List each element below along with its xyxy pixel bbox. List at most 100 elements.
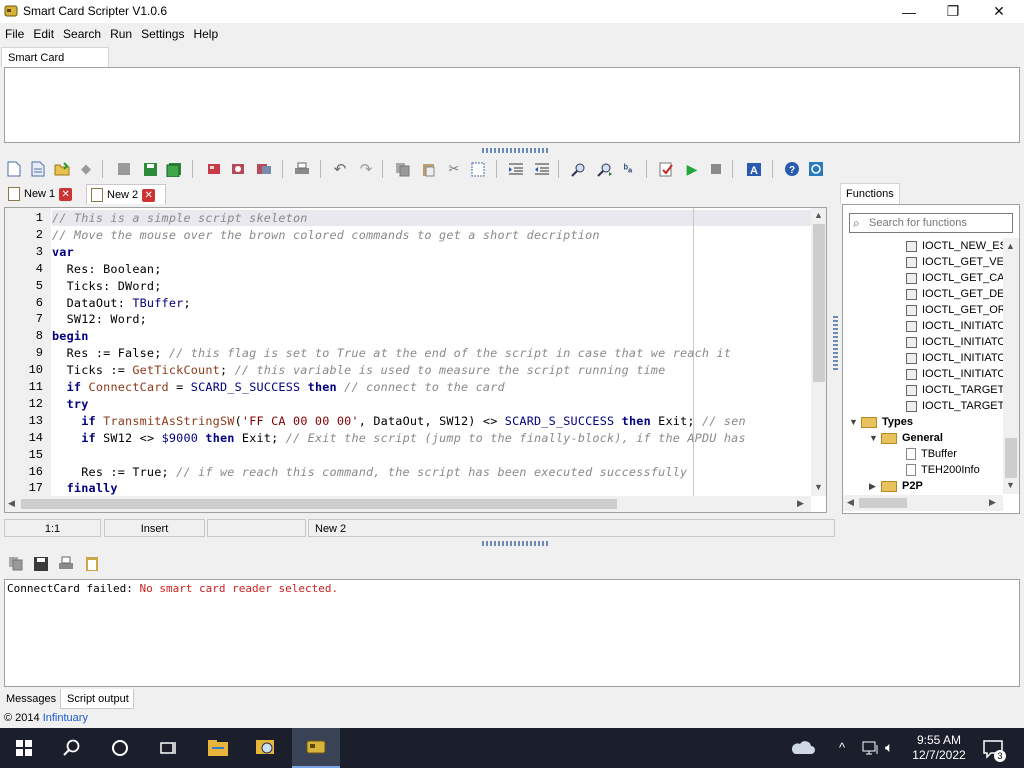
scroll-up-icon[interactable]: ▲ bbox=[1006, 241, 1015, 251]
maximize-button[interactable]: ❐ bbox=[930, 0, 976, 23]
function-tree-item[interactable]: IOCTL_INITIATO bbox=[906, 368, 1003, 380]
close-file-icon[interactable]: ◆ bbox=[76, 159, 96, 179]
redo-icon[interactable]: ↷ bbox=[356, 159, 376, 179]
output-save-icon[interactable] bbox=[33, 556, 49, 575]
code-line[interactable]: begin bbox=[52, 329, 89, 343]
code-line[interactable]: DataOut: TBuffer; bbox=[52, 296, 191, 310]
menu-settings[interactable]: Settings bbox=[136, 24, 188, 41]
stop-file-icon[interactable] bbox=[114, 159, 134, 179]
stop-icon[interactable] bbox=[706, 159, 726, 179]
replace-icon[interactable]: ᵇₐ bbox=[618, 159, 638, 179]
code-area[interactable]: // This is a simple script skeleton // Mo… bbox=[5, 208, 811, 496]
chevron-down-icon[interactable]: ▼ bbox=[849, 417, 861, 427]
tree-folder-p2p[interactable]: ▶ P2P bbox=[869, 480, 923, 492]
cortana-icon[interactable] bbox=[96, 728, 144, 768]
scroll-thumb[interactable] bbox=[1005, 438, 1017, 478]
card-settings-icon[interactable] bbox=[254, 159, 274, 179]
scroll-thumb[interactable] bbox=[813, 224, 825, 382]
function-tree[interactable]: IOCTL_NEW_ES IOCTL_GET_VEF IOCTL_GET_CAF IO… bbox=[843, 238, 1003, 494]
code-line[interactable]: // Move the mouse over the brown colored… bbox=[52, 228, 600, 242]
undo-icon[interactable]: ↶ bbox=[330, 159, 350, 179]
function-tree-item[interactable]: IOCTL_INITIATO bbox=[906, 352, 1003, 364]
print-icon[interactable] bbox=[292, 159, 312, 179]
menu-run[interactable]: Run bbox=[105, 24, 136, 41]
cut-icon[interactable]: ✂ bbox=[444, 159, 464, 179]
onedrive-cloud-icon[interactable] bbox=[789, 738, 815, 759]
function-tree-item[interactable]: IOCTL_GET_VEF bbox=[906, 256, 1003, 268]
editor-vertical-scrollbar[interactable]: ▲ ▼ bbox=[811, 208, 826, 496]
scroll-right-icon[interactable]: ▶ bbox=[797, 498, 804, 509]
function-tree-item[interactable]: IOCTL_GET_CAF bbox=[906, 272, 1003, 284]
code-line[interactable]: finally bbox=[52, 481, 118, 495]
company-link[interactable]: Infintuary bbox=[43, 712, 88, 724]
tab-messages[interactable]: Messages bbox=[2, 689, 58, 709]
code-line[interactable]: Ticks: DWord; bbox=[52, 279, 162, 293]
code-line[interactable]: // This is a simple script skeleton bbox=[52, 211, 308, 225]
function-tree-item[interactable]: IOCTL_GET_DEV bbox=[906, 288, 1003, 300]
menu-file[interactable]: File bbox=[0, 24, 28, 41]
close-button[interactable]: ✕ bbox=[976, 0, 1022, 23]
find-icon[interactable] bbox=[568, 159, 588, 179]
run-icon[interactable]: ▶ bbox=[682, 159, 702, 179]
tree-type-item[interactable]: TEH200Info bbox=[906, 464, 980, 477]
tab-script-output[interactable]: Script output bbox=[60, 689, 134, 709]
code-line[interactable]: try bbox=[52, 397, 89, 411]
tree-type-item[interactable]: TBuffer bbox=[906, 448, 957, 461]
menu-edit[interactable]: Edit bbox=[28, 24, 58, 41]
clock[interactable]: 9:55 AM 12/7/2022 bbox=[907, 733, 971, 763]
smart-card-scripter-taskbar-icon[interactable] bbox=[292, 728, 340, 768]
scroll-right-icon[interactable]: ▶ bbox=[989, 497, 996, 508]
function-search-field[interactable]: ⌕ Search for functions bbox=[849, 213, 1013, 233]
editor-horizontal-scrollbar[interactable]: ◀ ▶ bbox=[5, 496, 811, 512]
code-line[interactable]: var bbox=[52, 245, 74, 259]
code-line[interactable]: if ConnectCard = SCARD_S_SUCCESS then //… bbox=[52, 380, 505, 394]
code-line[interactable]: if TransmitAsStringSW('FF CA 00 00 00', … bbox=[52, 414, 746, 428]
scroll-left-icon[interactable]: ◀ bbox=[8, 498, 15, 509]
function-tree-item[interactable]: IOCTL_GET_OR_ bbox=[906, 304, 1003, 316]
function-tree-item[interactable]: IOCTL_INITIATO bbox=[906, 336, 1003, 348]
open-file-icon[interactable] bbox=[52, 159, 72, 179]
tab-close-icon[interactable]: ✕ bbox=[142, 188, 156, 202]
function-tree-item[interactable]: IOCTL_INITIATO bbox=[906, 320, 1003, 332]
output-copy-icon[interactable] bbox=[8, 556, 24, 575]
find-next-icon[interactable] bbox=[594, 159, 614, 179]
new-template-icon[interactable] bbox=[28, 159, 48, 179]
code-line[interactable]: SW12: Word; bbox=[52, 312, 147, 326]
menu-help[interactable]: Help bbox=[188, 24, 222, 41]
chevron-down-icon[interactable]: ▼ bbox=[869, 433, 881, 443]
smart-card-readers-panel[interactable] bbox=[4, 67, 1020, 143]
code-editor[interactable]: 1 2 3 4 5 6 7 8 9 10 11 12 13 14 15 16 17 // This is a s… bbox=[4, 207, 827, 513]
splitter-grip-top[interactable] bbox=[482, 148, 550, 153]
info-icon[interactable] bbox=[806, 159, 826, 179]
function-tree-item[interactable]: IOCTL_TARGET_ bbox=[906, 400, 1003, 412]
indent-icon[interactable] bbox=[506, 159, 526, 179]
task-view-icon[interactable] bbox=[144, 728, 192, 768]
scroll-down-icon[interactable]: ▼ bbox=[1006, 480, 1015, 490]
tree-folder-general[interactable]: ▼ General bbox=[869, 432, 943, 444]
save-all-icon[interactable] bbox=[164, 159, 184, 179]
outdent-icon[interactable] bbox=[532, 159, 552, 179]
scroll-up-icon[interactable]: ▲ bbox=[814, 210, 823, 220]
output-print-icon[interactable] bbox=[58, 556, 74, 575]
new-file-icon[interactable] bbox=[4, 159, 24, 179]
output-clipboard-icon[interactable] bbox=[84, 556, 100, 575]
splitter-grip-side[interactable] bbox=[833, 316, 838, 370]
chevron-right-icon[interactable]: ▶ bbox=[869, 481, 881, 492]
copy-icon[interactable] bbox=[392, 159, 412, 179]
tab-smart-card-readers[interactable]: Smart Card Readers bbox=[1, 47, 109, 84]
code-line[interactable]: Ticks := GetTickCount; // this variable … bbox=[52, 363, 666, 377]
functions-vertical-scrollbar[interactable]: ▲ ▼ bbox=[1003, 238, 1019, 494]
scroll-left-icon[interactable]: ◀ bbox=[847, 497, 854, 508]
card-connect-icon[interactable] bbox=[228, 159, 248, 179]
network-icon[interactable] bbox=[862, 740, 880, 759]
menu-search[interactable]: Search bbox=[58, 24, 105, 41]
splitter-grip-bottom[interactable] bbox=[482, 541, 550, 546]
tab-new-1[interactable]: New 1 ✕ bbox=[4, 184, 84, 204]
scroll-down-icon[interactable]: ▼ bbox=[814, 482, 823, 492]
card-viewer-icon[interactable] bbox=[242, 728, 290, 768]
minimize-button[interactable]: — bbox=[886, 0, 932, 23]
volume-icon[interactable]: 🔈︎ bbox=[885, 739, 893, 756]
code-line[interactable]: Res := False; // this flag is set to Tru… bbox=[52, 346, 731, 360]
scroll-thumb[interactable] bbox=[21, 499, 617, 509]
windows-start-icon[interactable] bbox=[0, 728, 48, 768]
